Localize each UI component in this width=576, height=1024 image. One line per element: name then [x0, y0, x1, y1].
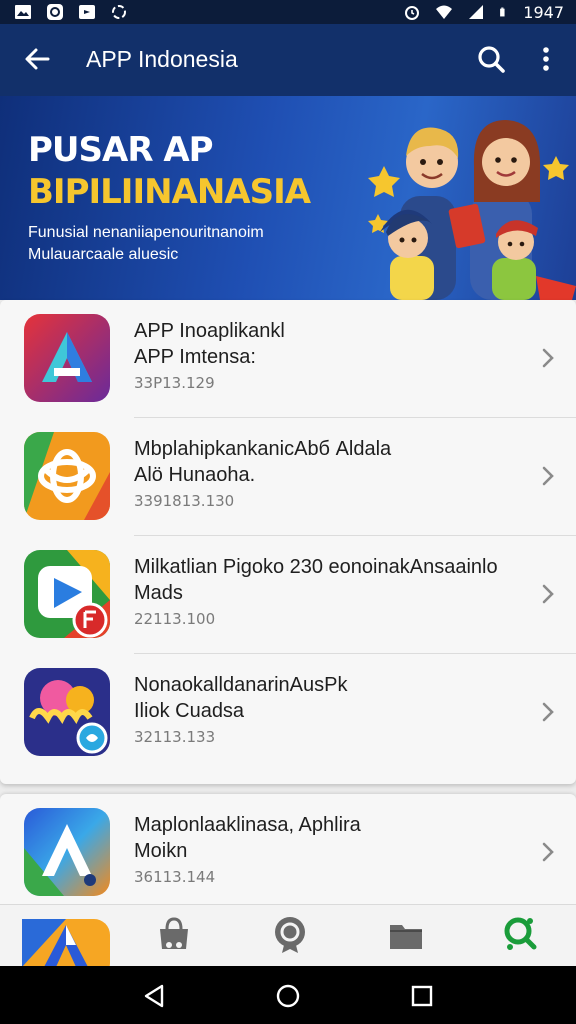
arrow-back-icon[interactable]	[22, 44, 52, 74]
banner-subtitle-line1: Funusial nenaniiapenouritnanoim	[28, 224, 264, 241]
family-illustration	[368, 120, 576, 300]
alarm-icon	[405, 6, 420, 20]
app-name-line1: NonaokalldanarinАusPk	[134, 674, 348, 696]
bottom-tab-bar	[0, 904, 576, 967]
battery-icon	[500, 7, 505, 17]
app-meta: 36113.144	[134, 868, 216, 886]
signal-icon	[469, 5, 484, 19]
search-icon[interactable]	[476, 44, 506, 74]
store-bag-icon[interactable]	[154, 913, 194, 953]
status-right-icons: 1947	[403, 3, 564, 22]
image-icon	[15, 5, 31, 19]
app-knot-logo-icon	[24, 432, 110, 520]
app-name-line2: Mads	[134, 582, 183, 604]
app-meta: 33P13.129	[134, 374, 215, 392]
app-name-line2: Moikn	[134, 840, 188, 862]
system-nav-bar	[0, 966, 576, 1024]
status-time: 1947	[523, 2, 564, 22]
message-icon	[79, 5, 95, 19]
chevron-right-icon	[542, 702, 554, 722]
nav-recents-icon[interactable]	[408, 982, 436, 1010]
app-meta: 3391813.130	[134, 492, 235, 510]
home-app-icon[interactable]	[22, 919, 110, 967]
more-vert-icon[interactable]	[534, 44, 558, 74]
status-left-icons	[14, 4, 128, 20]
status-bar: 1947	[0, 0, 576, 24]
list-item[interactable]: APP Inoaplikankl APP Imtensa: 33P13.129	[0, 300, 576, 418]
wifi-icon	[436, 5, 453, 19]
app-awra-logo-icon	[24, 668, 110, 756]
app-name-line1: Milkatlian Pigoko 230 еonoinakАnsaainlo	[134, 556, 498, 578]
app-list-card: APP Inoaplikankl APP Imtensa: 33P13.129 …	[0, 300, 576, 784]
banner-title-line2: BIPILIINANASIA	[28, 172, 311, 212]
list-item[interactable]: NonaokalldanarinАusPk Iliok Cuadsa 32113…	[0, 654, 576, 772]
folder-icon[interactable]	[386, 913, 426, 953]
app-name-line1: Maplonlaaklinasa, Aphlira	[134, 814, 361, 836]
app-bar: APP Indonesia	[0, 24, 576, 96]
explore-icon[interactable]	[500, 913, 540, 953]
app-a-blue-logo-icon	[24, 808, 110, 896]
chevron-right-icon	[542, 584, 554, 604]
app-name-line2: Alö Hunaoha.	[134, 464, 256, 486]
banner-title-line1: PUSAR AP	[28, 130, 214, 170]
page-title: APP Indonesia	[86, 46, 238, 72]
list-item[interactable]: Milkatlian Pigoko 230 еonoinakАnsaainlo …	[0, 536, 576, 654]
badge-icon[interactable]	[270, 913, 310, 953]
app-name-line2: APP Imtensa:	[134, 346, 256, 368]
banner-subtitle-line2: Mulauarcaale aluesic	[28, 246, 179, 263]
chevron-right-icon	[542, 348, 554, 368]
app-name-line2: Iliok Cuadsa	[134, 700, 245, 722]
list-item[interactable]: Maplonlaaklinasa, Aphlira Moikn 36113.14…	[0, 794, 576, 912]
app-name-line1: MbplahipkankanicАbб Aldala	[134, 438, 392, 460]
list-item[interactable]: MbplahipkankanicАbб Aldala Alö Hunaoha. …	[0, 418, 576, 536]
chevron-right-icon	[542, 466, 554, 486]
chevron-right-icon	[542, 842, 554, 862]
app-meta: 22113.100	[134, 610, 216, 628]
app-meta: 32113.133	[134, 728, 216, 746]
app-name-line1: APP Inoaplikankl	[134, 320, 285, 342]
nav-back-icon[interactable]	[140, 982, 168, 1010]
app-play-logo-icon	[24, 550, 110, 638]
app-a-logo-icon	[24, 314, 110, 402]
app-list-card-secondary: Maplonlaaklinasa, Aphlira Moikn 36113.14…	[0, 794, 576, 906]
app-notification-icon	[47, 4, 63, 20]
sync-icon	[112, 5, 126, 19]
promo-banner[interactable]: PUSAR AP BIPILIINANASIA Funusial nenanii…	[0, 96, 576, 300]
nav-home-icon[interactable]	[274, 982, 302, 1010]
